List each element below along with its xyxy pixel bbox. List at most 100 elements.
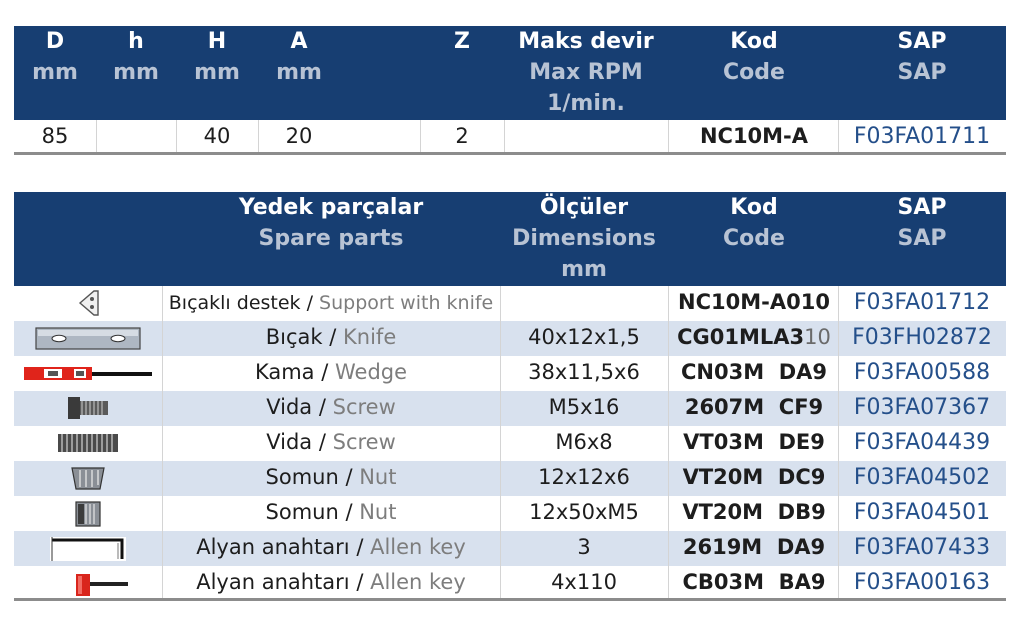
table2-header: Yedek parçalar Spare parts Ölçüler Dimen… bbox=[14, 192, 1006, 286]
part-name-en: Screw bbox=[332, 395, 396, 419]
part-name-en: Wedge bbox=[335, 360, 408, 384]
header-h-big-unit: mm bbox=[194, 60, 240, 85]
part-code-main: CG01MLA3 bbox=[677, 325, 805, 349]
table1-row: 85 40 20 2 NC10M-A F03FA01711 bbox=[14, 120, 1006, 154]
part-dimensions: 12x12x6 bbox=[538, 465, 630, 489]
header-h-small: h mm bbox=[96, 26, 176, 88]
part-code-main: VT20M DC9 bbox=[682, 465, 826, 489]
header-a-unit: mm bbox=[276, 60, 322, 85]
part-code-main: CN03M DA9 bbox=[680, 360, 828, 384]
header-spare-parts-en: Spare parts bbox=[258, 226, 404, 251]
header-sap-en: SAP bbox=[897, 60, 947, 85]
header-dimensions-unit: mm bbox=[561, 257, 607, 282]
header-h-big-label: H bbox=[207, 29, 227, 54]
part-name: Kama / Wedge bbox=[162, 360, 500, 384]
part-name-tr: Vida bbox=[266, 430, 313, 454]
part-name-tr: Alyan anahtarı bbox=[196, 570, 350, 594]
header-sap: SAP SAP bbox=[838, 192, 1006, 254]
part-name: Bıçak / Knife bbox=[162, 325, 500, 349]
header-code-tr: Kod bbox=[730, 29, 778, 54]
header-d-unit: mm bbox=[32, 60, 78, 85]
value-a: 20 bbox=[285, 124, 313, 148]
header-z-label: Z bbox=[454, 29, 470, 54]
header-dimensions-tr: Ölçüler bbox=[539, 195, 629, 220]
value-z: 2 bbox=[455, 124, 469, 148]
header-max-rpm-en: Max RPM bbox=[529, 60, 643, 85]
part-name-en: Support with knife bbox=[319, 292, 494, 314]
part-code-main: NC10M-A010 bbox=[678, 290, 830, 314]
value-code: NC10M-A bbox=[699, 124, 809, 148]
header-code-tr: Kod bbox=[730, 195, 778, 220]
value-sap: F03FA01711 bbox=[853, 124, 991, 149]
part-sap: F03FA04502 bbox=[853, 465, 991, 490]
header-dimensions: Ölçüler Dimensions mm bbox=[500, 192, 668, 285]
table2-bottom-rule bbox=[14, 598, 1006, 601]
separator: / bbox=[312, 430, 333, 454]
header-a: A mm bbox=[258, 26, 340, 88]
separator: / bbox=[322, 325, 344, 349]
nut-icon bbox=[14, 461, 162, 496]
part-dimensions: 12x50xM5 bbox=[529, 500, 639, 524]
part-name-tr: Alyan anahtarı bbox=[196, 535, 350, 559]
table1-bottom-rule bbox=[14, 152, 1006, 155]
header-max-rpm-unit: 1/min. bbox=[547, 91, 625, 116]
part-dimensions: 40x12x1,5 bbox=[528, 325, 640, 349]
value-h-big: 40 bbox=[203, 124, 231, 148]
table1-header: D mm h mm H mm A mm Z Maks devir Max RPM… bbox=[14, 26, 1006, 120]
part-sap: F03FA01712 bbox=[853, 290, 991, 315]
column-divider bbox=[162, 286, 163, 600]
part-name-en: Allen key bbox=[370, 570, 466, 594]
allen-key-t-handle-icon bbox=[14, 566, 162, 601]
separator: / bbox=[338, 465, 360, 489]
part-name-en: Nut bbox=[359, 465, 397, 489]
part-name: Alyan anahtarı / Allen key bbox=[162, 535, 500, 559]
separator: / bbox=[338, 500, 360, 524]
wedge-icon bbox=[14, 356, 162, 391]
column-divider bbox=[500, 286, 501, 600]
header-sap: SAP SAP bbox=[838, 26, 1006, 88]
separator: / bbox=[312, 395, 333, 419]
part-dimensions: M6x8 bbox=[555, 430, 613, 454]
column-divider bbox=[96, 120, 97, 154]
part-name: Vida / Screw bbox=[162, 395, 500, 419]
part-name-tr: Somun bbox=[265, 465, 339, 489]
header-dimensions-en: Dimensions bbox=[512, 226, 656, 251]
part-code-main: VT20M DB9 bbox=[682, 500, 826, 524]
header-d: D mm bbox=[14, 26, 96, 88]
header-max-rpm: Maks devir Max RPM 1/min. bbox=[504, 26, 668, 119]
part-code: VT20M DC9 bbox=[670, 465, 838, 489]
part-dimensions: 38x11,5x6 bbox=[528, 360, 640, 384]
part-code: 2619M DA9 bbox=[670, 535, 838, 559]
header-sap-tr: SAP bbox=[897, 29, 947, 54]
nut-icon bbox=[14, 496, 162, 531]
header-a-label: A bbox=[290, 29, 308, 54]
part-name-tr: Bıçak bbox=[265, 325, 323, 349]
header-code: Kod Code bbox=[670, 192, 838, 254]
part-name-en: Knife bbox=[343, 325, 397, 349]
part-dimensions: 3 bbox=[577, 535, 591, 559]
part-code: CB03M BA9 bbox=[670, 570, 838, 594]
part-code-main: 2619M DA9 bbox=[682, 535, 826, 559]
part-code-main: 2607M CF9 bbox=[684, 395, 824, 419]
part-dimensions: 4x110 bbox=[551, 570, 617, 594]
header-h-small-label: h bbox=[128, 29, 144, 54]
part-name-tr: Kama bbox=[254, 360, 315, 384]
support-with-knife-icon bbox=[14, 286, 162, 321]
part-name-en: Screw bbox=[332, 430, 396, 454]
column-divider bbox=[838, 286, 839, 600]
header-code: Kod Code bbox=[670, 26, 838, 88]
part-sap: F03FA04439 bbox=[853, 430, 991, 455]
part-code: NC10M-A010 bbox=[670, 290, 838, 314]
part-name-tr: Bıçaklı destek bbox=[168, 292, 301, 314]
part-name-en: Allen key bbox=[370, 535, 466, 559]
header-d-label: D bbox=[45, 29, 65, 54]
part-code: CN03M DA9 bbox=[670, 360, 838, 384]
header-spare-parts-tr: Yedek parçalar bbox=[238, 195, 424, 220]
part-name: Somun / Nut bbox=[162, 465, 500, 489]
part-sap: F03FA00588 bbox=[853, 360, 991, 385]
part-code-suffix: 10 bbox=[804, 325, 831, 349]
separator: / bbox=[300, 292, 320, 314]
part-code: 2607M CF9 bbox=[670, 395, 838, 419]
header-h-big: H mm bbox=[176, 26, 258, 88]
allen-key-icon bbox=[14, 531, 162, 566]
